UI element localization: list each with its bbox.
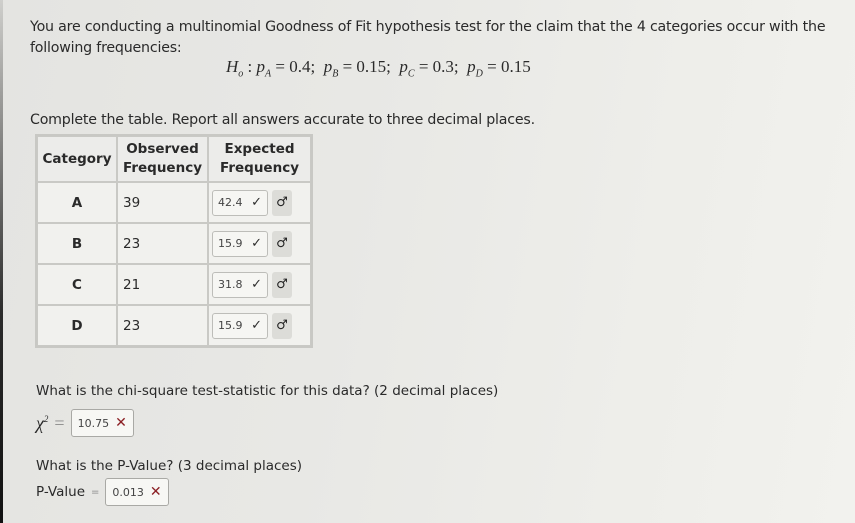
table-row: B 23 15.9 ✓ ♂ — [37, 223, 311, 264]
male-symbol-icon[interactable]: ♂ — [272, 271, 292, 298]
equals-sign: = — [91, 486, 100, 498]
observed-cell: 39 — [117, 182, 208, 223]
chi-square-value: 10.75 — [77, 416, 110, 430]
header-observed-line1: Observed — [126, 141, 199, 157]
male-symbol-icon[interactable]: ♂ — [272, 312, 292, 339]
expected-answer-field[interactable]: 31.8 ✓ — [212, 271, 268, 298]
chi-square-prompt: What is the chi-square test-statistic fo… — [36, 383, 499, 399]
table-header-row: Category Observed Frequency Expected Fre… — [37, 136, 311, 182]
header-category: Category — [37, 136, 117, 182]
expected-value: 15.9 — [218, 237, 243, 250]
hyp-var-c: pC — [399, 57, 415, 80]
observed-cell: 23 — [117, 305, 208, 346]
expected-value: 15.9 — [218, 319, 243, 332]
chi-square-answer-row: χ2 = 10.75 ✕ — [36, 409, 134, 437]
observed-cell: 21 — [117, 264, 208, 305]
expected-answer-field[interactable]: 15.9 ✓ — [212, 230, 268, 257]
expected-cell: 31.8 ✓ ♂ — [208, 264, 311, 305]
category-cell: A — [37, 182, 117, 223]
category-cell: D — [37, 305, 117, 346]
instruction-text: Complete the table. Report all answers a… — [30, 112, 535, 128]
male-symbol-icon[interactable]: ♂ — [272, 189, 292, 216]
screen-edge — [0, 0, 3, 523]
header-expected-line1: Expected — [224, 141, 295, 157]
p-value-input[interactable]: 0.013 ✕ — [105, 478, 169, 506]
p-value-value: 0.013 — [112, 485, 144, 499]
expected-cell: 15.9 ✓ ♂ — [208, 223, 311, 264]
p-value-answer-row: P-Value = 0.013 ✕ — [36, 478, 169, 506]
expected-answer-field[interactable]: 42.4 ✓ — [212, 189, 268, 216]
incorrect-x-icon: ✕ — [149, 484, 162, 500]
category-cell: C — [37, 264, 117, 305]
check-icon: ✓ — [251, 277, 262, 292]
chi-letter: χ — [36, 412, 44, 433]
null-hypothesis: Ho : pA = 0.4; pB = 0.15; pC = 0.3; pD =… — [226, 57, 531, 80]
hyp-value-c: 0.3 — [432, 57, 454, 76]
hyp-value-d: 0.15 — [500, 57, 531, 76]
chi-square-input[interactable]: 10.75 ✕ — [70, 409, 134, 437]
question-intro: You are conducting a multinomial Goodnes… — [30, 19, 826, 56]
expected-cell: 15.9 ✓ ♂ — [208, 305, 311, 346]
hyp-var-a: pA — [256, 57, 272, 80]
incorrect-x-icon: ✕ — [115, 415, 127, 431]
check-icon: ✓ — [251, 195, 262, 210]
table-row: A 39 42.4 ✓ ♂ — [37, 182, 311, 223]
hyp-sub-b: B — [332, 68, 339, 80]
p-value-prompt: What is the P-Value? (3 decimal places) — [36, 458, 303, 474]
expected-answer-field[interactable]: 15.9 ✓ — [212, 312, 268, 339]
chi-power: 2 — [43, 413, 49, 424]
hyp-value-b: 0.15 — [356, 57, 387, 76]
check-icon: ✓ — [251, 318, 262, 333]
equals-sign: = — [54, 412, 65, 433]
category-cell: B — [37, 223, 117, 264]
header-expected: Expected Frequency — [208, 136, 311, 182]
hyp-sub-c: C — [407, 68, 415, 80]
table-row: C 21 31.8 ✓ ♂ — [37, 264, 311, 305]
hyp-sub-a: A — [265, 68, 272, 80]
hyp-h: Ho — [226, 57, 244, 80]
header-expected-line2: Frequency — [219, 160, 300, 176]
check-icon: ✓ — [251, 236, 262, 251]
expected-cell: 42.4 ✓ ♂ — [208, 182, 311, 223]
expected-value: 31.8 — [218, 278, 243, 291]
hyp-label: H — [226, 57, 239, 76]
expected-value: 42.4 — [218, 196, 243, 209]
hyp-sub-d: D — [475, 68, 483, 80]
observed-cell: 23 — [117, 223, 208, 264]
hyp-value-a: 0.4 — [289, 57, 311, 76]
header-observed-line2: Frequency — [122, 160, 203, 176]
hyp-sub: o — [238, 68, 244, 80]
chi-symbol: χ2 — [36, 413, 48, 434]
hyp-var-b: pB — [323, 57, 339, 80]
male-symbol-icon[interactable]: ♂ — [272, 230, 292, 257]
hyp-var-d: pD — [467, 57, 483, 80]
p-value-label: P-Value — [36, 484, 85, 500]
frequency-table: Category Observed Frequency Expected Fre… — [35, 134, 313, 348]
table-row: D 23 15.9 ✓ ♂ — [37, 305, 311, 346]
header-observed: Observed Frequency — [117, 136, 208, 182]
